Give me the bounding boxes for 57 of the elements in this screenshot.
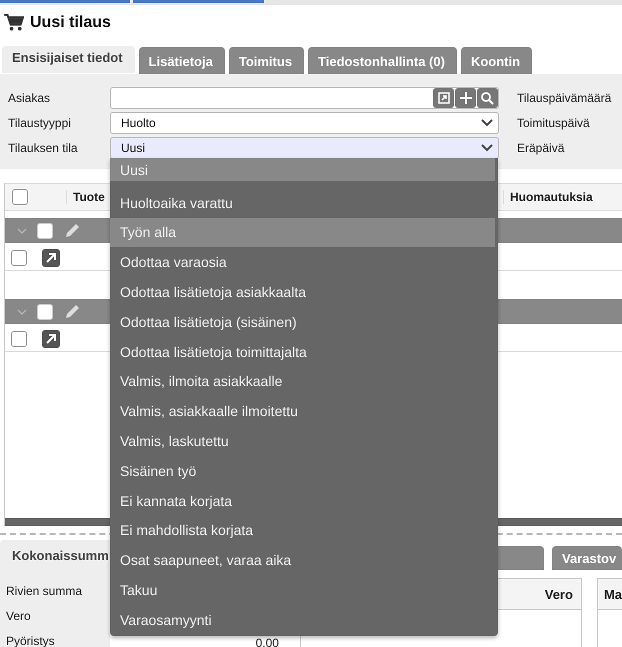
checkbox[interactable]	[12, 189, 28, 205]
dropdown-option[interactable]: Uusi	[110, 158, 495, 181]
chevron-icon[interactable]	[17, 308, 27, 316]
pencil-icon[interactable]	[63, 302, 81, 320]
checkbox[interactable]	[11, 331, 27, 347]
dropdown-option[interactable]: Valmis, asiakkaalle ilmoitettu	[110, 396, 495, 426]
customer-field[interactable]	[110, 87, 499, 109]
summary-label: Pyöristys	[6, 634, 56, 647]
open-row-icon[interactable]	[42, 330, 60, 348]
select-field[interactable]: Uusi	[110, 137, 499, 159]
dropdown-option[interactable]: Valmis, ilmoita asiakkaalle	[110, 366, 495, 396]
checkbox[interactable]	[37, 304, 53, 320]
dropdown-option[interactable]: Takuu	[110, 575, 495, 605]
external-link-icon	[438, 92, 450, 104]
column-header: Huomautuksia	[503, 190, 593, 204]
dropdown-option[interactable]: Sisäinen työ	[110, 456, 495, 486]
dropdown-option[interactable]: Odottaa varaosia	[110, 247, 495, 278]
tab[interactable]: Koontin	[460, 47, 532, 74]
search-button[interactable]	[477, 88, 498, 108]
field-label: Tilaustyyppi	[8, 116, 72, 130]
field-label: Eräpäivä	[516, 141, 566, 155]
open-row-icon[interactable]	[42, 249, 60, 267]
dropdown-option[interactable]: Osat saapuneet, varaa aika	[110, 545, 495, 576]
page-title: Uusi tilaus	[30, 14, 111, 32]
chevron-icon[interactable]	[17, 226, 27, 234]
checkbox[interactable]	[37, 222, 53, 238]
tab[interactable]: Varastov	[552, 546, 622, 570]
dropdown-option[interactable]: Varaosamyynti	[110, 604, 495, 635]
summary-label: Vero	[6, 608, 32, 622]
select-field[interactable]: Huolto	[110, 112, 499, 134]
column-header: Vero	[544, 586, 573, 602]
add-button[interactable]	[455, 88, 476, 108]
dropdown-option[interactable]: Ei kannata korjata	[110, 486, 495, 516]
field-label: Toimituspäivä	[516, 116, 591, 130]
tab[interactable]: Lisätietoja	[138, 47, 225, 74]
summary-label: Rivien summa	[6, 584, 84, 598]
field-label: Tilauspäivämäärä	[516, 91, 612, 105]
tab[interactable]: Tiedostonhallinta (0)	[308, 47, 457, 74]
tab[interactable]: Toimitus	[228, 47, 304, 74]
dropdown-option[interactable]: Odottaa lisätietoja asiakkaalta	[110, 277, 495, 307]
checkbox[interactable]	[11, 250, 27, 266]
pencil-icon[interactable]	[63, 222, 81, 240]
dropdown-option[interactable]: Odottaa lisätietoja (sisäinen)	[110, 306, 495, 337]
open-button[interactable]	[433, 88, 454, 108]
dropdown-option[interactable]: Ei mahdollista korjata	[110, 516, 495, 546]
search-icon	[481, 92, 494, 104]
dropdown-option[interactable]: Valmis, laskutettu	[110, 426, 495, 456]
chevron-icon	[480, 143, 494, 153]
plus-icon	[460, 92, 472, 104]
column-header: Ma	[604, 586, 622, 602]
dropdown-option[interactable]: Odottaa lisätietoja toimittajalta	[110, 336, 495, 367]
field-label: Tilauksen tila	[8, 141, 79, 155]
chevron-icon	[480, 118, 494, 128]
field-label: Asiakas	[8, 91, 52, 105]
dropdown-option[interactable]: Työn alla	[110, 218, 495, 248]
cart-icon	[4, 14, 24, 32]
tab[interactable]: Ensisijaiset tiedot	[2, 46, 135, 73]
